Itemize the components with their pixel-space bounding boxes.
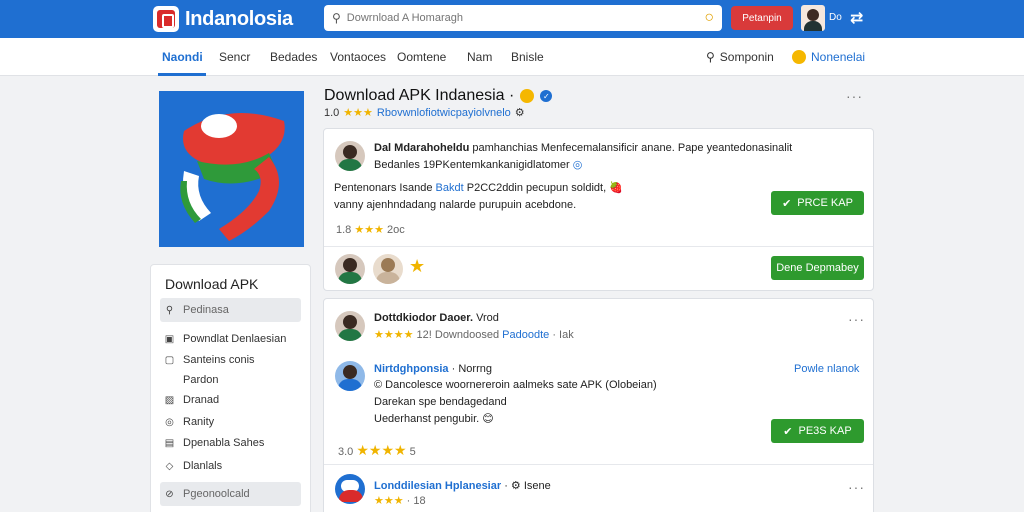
- review-body-line2: vanny ajenhndadang nalarde purupuin aceb…: [334, 199, 577, 211]
- search-icon: ⚲: [165, 304, 174, 316]
- rating-stars-icon: ★★★★: [356, 442, 407, 458]
- image-icon: ▨: [164, 394, 175, 406]
- nav-notifications[interactable]: Nonenelai: [792, 50, 865, 64]
- reviewer-avatar[interactable]: [335, 311, 365, 341]
- app-subtitle-link[interactable]: Rbovwnlofiotwicpayiolvnelo: [377, 107, 511, 119]
- header-action-button[interactable]: Petanpin: [731, 6, 793, 30]
- nav-notifications-label: Nonenelai: [811, 50, 866, 64]
- settings-icon: ◎: [165, 416, 174, 428]
- free-apk-button[interactable]: ✔ PRCE KAP: [771, 191, 864, 215]
- reply-avatar[interactable]: [335, 361, 365, 391]
- nav-search[interactable]: ⚲ Somponin: [706, 50, 774, 64]
- nav-tab-4[interactable]: Vontaoces: [330, 50, 386, 64]
- logo-badge-icon: [153, 6, 179, 32]
- emoji-icon: 😊: [482, 413, 494, 425]
- nav-tab-home[interactable]: Naondi: [162, 50, 203, 64]
- search-input[interactable]: [346, 12, 699, 24]
- review-tag: Bedanles 19PKentemkankanigidlatomer ◎: [374, 159, 583, 171]
- review-body-line1: Pentenonars Isande Bakdt P2CC2ddin pecup…: [334, 182, 623, 194]
- sidebar-search-item[interactable]: ⚲ Pedinasa: [160, 298, 301, 322]
- smiley-icon: [520, 89, 535, 103]
- settings-icon: ⚙: [510, 480, 521, 492]
- app-logo-avatar[interactable]: [335, 474, 365, 504]
- download-icon: ▣: [164, 333, 175, 345]
- logo-text: Indanolosia: [185, 7, 293, 30]
- nav-search-label: Somponin: [719, 50, 774, 64]
- rating-stars-icon: ★★★: [374, 495, 404, 507]
- check-circle-icon: ⊘: [165, 488, 174, 500]
- top-bar: Indanolosia ⚲ ○ Petanpin Do ⇄: [0, 0, 1024, 38]
- active-tab-indicator: [158, 73, 206, 76]
- review-card: Dottdkiodor Daoer. Vrod ★★★★ 12! Downdoo…: [323, 298, 874, 512]
- reply-author: Nirtdghponsia · Norrng: [374, 363, 492, 375]
- smiley-icon: [792, 50, 806, 64]
- nav-tab-7[interactable]: Bnisle: [511, 50, 544, 64]
- verified-icon: ✓: [540, 90, 553, 102]
- app-icon-image: [159, 91, 304, 247]
- check-icon: ✔: [782, 197, 792, 210]
- review-author: Dottdkiodor Daoer. Vrod: [374, 312, 499, 324]
- more-options-icon[interactable]: ···: [848, 311, 865, 327]
- nav-tab-3[interactable]: Bedades: [270, 50, 317, 64]
- review-headline: Dal Mdarahoheldu pamhanchias Menfecemala…: [374, 142, 793, 154]
- info-icon: ◎: [572, 159, 583, 171]
- copyright-icon: ©: [374, 379, 383, 391]
- user-label[interactable]: Do: [829, 12, 842, 23]
- switch-icon[interactable]: ⇄: [850, 8, 863, 28]
- nav-bar: Naondi Sencr Bedades Vontaoces Oomtene N…: [0, 38, 1024, 76]
- rating-stars-icon: ★★★★: [374, 329, 414, 341]
- search-submit-icon[interactable]: ○: [704, 9, 714, 27]
- site-logo[interactable]: Indanolosia: [153, 5, 293, 33]
- sidebar-item-7[interactable]: ◇ Dlanlals: [160, 454, 301, 478]
- reply-line3: Uederhanst pengubir. 😊: [374, 413, 494, 425]
- app-title: Download APK Indanesia · ✓: [324, 87, 553, 105]
- reply-line1: © Dancolesce woornereroin aalmeks sate A…: [374, 379, 657, 391]
- search-icon: ⚲: [706, 50, 715, 64]
- review-meta: ★★★★ 12! Downdoosed Padoodte · Iak: [374, 329, 574, 341]
- rating-stars-icon: ★★★: [343, 107, 373, 119]
- reviewer-avatar[interactable]: [335, 141, 365, 171]
- review-meta: ★★★ · 18: [374, 495, 426, 507]
- folder-icon: ▢: [164, 354, 175, 366]
- sidebar: Download APK ⚲ Pedinasa ▣ Powndlat Denla…: [150, 264, 311, 512]
- emoji-icon: 🍓: [609, 182, 623, 194]
- review-author: Londdilesian Hplanesiar · ⚙ Isene: [374, 480, 551, 492]
- reply-line2: Darekan spe bendagedand: [374, 396, 507, 408]
- rating-stars-icon: ★★★: [354, 224, 384, 236]
- sidebar-item-6[interactable]: ▤ Dpenabla Sahes: [160, 431, 301, 455]
- card-divider: [324, 464, 873, 465]
- app-subtitle: 1.0 ★★★ Rbovwnlofiotwicpayiolvnelo ⚙: [324, 106, 525, 120]
- settings-icon[interactable]: ⚙: [515, 106, 525, 119]
- reply-rating-line: 3.0 ★★★★ 5: [338, 442, 416, 458]
- sidebar-title: Download APK: [165, 276, 259, 292]
- search-bar[interactable]: ⚲ ○: [324, 5, 722, 31]
- nav-tab-2[interactable]: Sencr: [219, 50, 250, 64]
- shield-icon: ◇: [165, 460, 174, 472]
- search-icon: ⚲: [332, 11, 341, 25]
- nav-tab-6[interactable]: Nam: [467, 50, 492, 64]
- reviewer-avatar[interactable]: [373, 254, 403, 284]
- card-divider: [324, 246, 873, 247]
- more-options-icon[interactable]: ···: [846, 88, 863, 104]
- app-rating: 1.0: [324, 106, 340, 119]
- reviewer-avatar[interactable]: [335, 254, 365, 284]
- reply-action-link[interactable]: Powle nlanok: [794, 363, 859, 375]
- nav-tab-5[interactable]: Oomtene: [397, 50, 446, 64]
- more-options-icon[interactable]: ···: [848, 479, 865, 495]
- star-icon[interactable]: ★: [409, 256, 425, 277]
- free-apk-button[interactable]: ✔ PE3S KAP: [771, 419, 864, 443]
- sidebar-bottom-item[interactable]: ⊘ Pgeonoolcald: [160, 482, 301, 506]
- user-avatar[interactable]: [801, 5, 825, 31]
- document-icon: ▤: [164, 437, 175, 449]
- review-card: Dal Mdarahoheldu pamhanchias Menfecemala…: [323, 128, 874, 291]
- review-rating-line: 1.8 ★★★ 2oc: [336, 224, 405, 236]
- check-icon: ✔: [783, 425, 793, 438]
- sidebar-item-4[interactable]: ▨ Dranad: [160, 388, 301, 412]
- secondary-action-button[interactable]: Dene Depmabey: [771, 256, 864, 280]
